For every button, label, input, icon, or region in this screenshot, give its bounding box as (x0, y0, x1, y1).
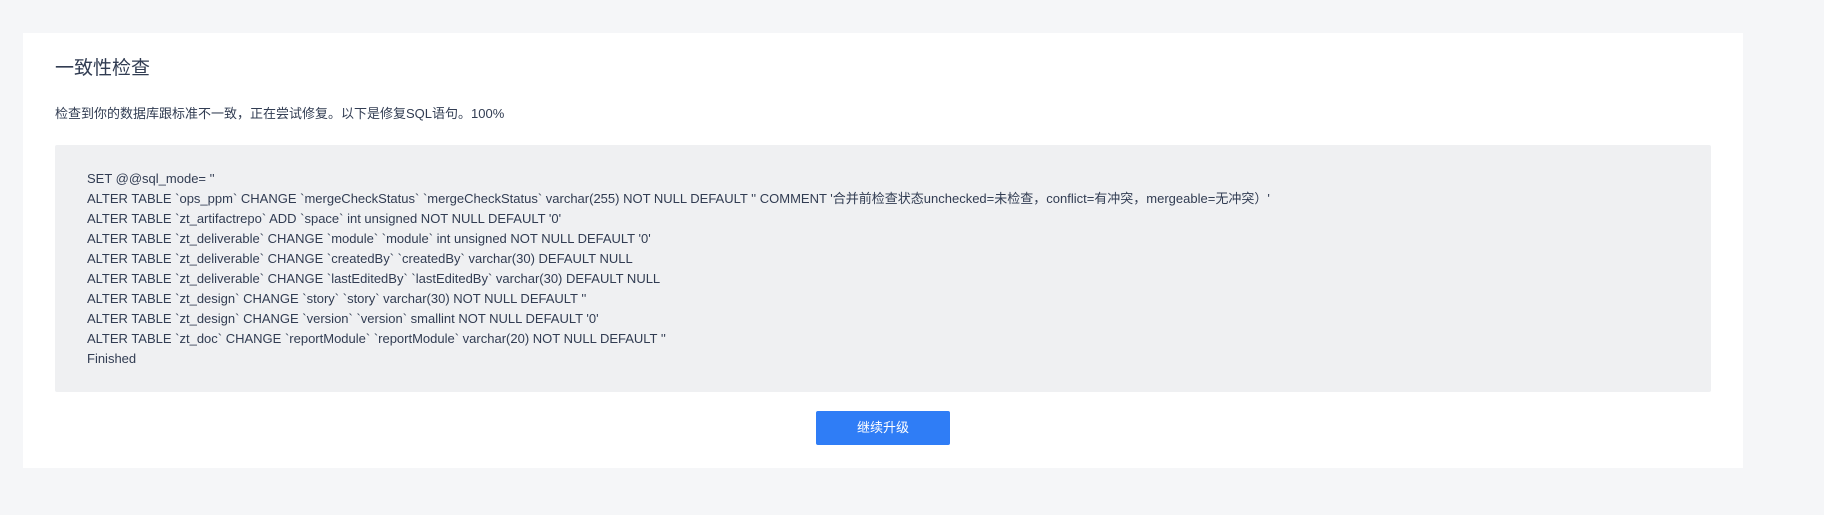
sql-statement: ALTER TABLE `zt_deliverable` CHANGE `cre… (87, 251, 633, 266)
sql-statement: ALTER TABLE `zt_design` CHANGE `version`… (87, 311, 599, 326)
sql-statement: SET @@sql_mode= '' (87, 171, 215, 186)
sql-output-box: SET @@sql_mode= '' ALTER TABLE `ops_ppm`… (55, 145, 1711, 392)
page-title: 一致性检查 (55, 58, 151, 79)
sql-statement: ALTER TABLE `zt_doc` CHANGE `reportModul… (87, 331, 666, 346)
sql-statement: ALTER TABLE `ops_ppm` CHANGE `mergeCheck… (87, 191, 1270, 206)
sql-statement: ALTER TABLE `zt_deliverable` CHANGE `mod… (87, 231, 651, 246)
check-message: 检查到你的数据库跟标准不一致，正在尝试修复。以下是修复SQL语句。100% (55, 106, 505, 121)
sql-finished-status: Finished (87, 351, 137, 366)
sql-statement: ALTER TABLE `zt_design` CHANGE `story` `… (87, 291, 587, 306)
consistency-check-panel: 一致性检查 检查到你的数据库跟标准不一致，正在尝试修复。以下是修复SQL语句。1… (23, 33, 1743, 468)
sql-statement-list: SET @@sql_mode= '' ALTER TABLE `ops_ppm`… (87, 169, 1270, 369)
sql-statement: ALTER TABLE `zt_artifactrepo` ADD `space… (87, 211, 562, 226)
continue-upgrade-button[interactable]: 继续升级 (816, 411, 950, 445)
sql-statement: ALTER TABLE `zt_deliverable` CHANGE `las… (87, 271, 661, 286)
